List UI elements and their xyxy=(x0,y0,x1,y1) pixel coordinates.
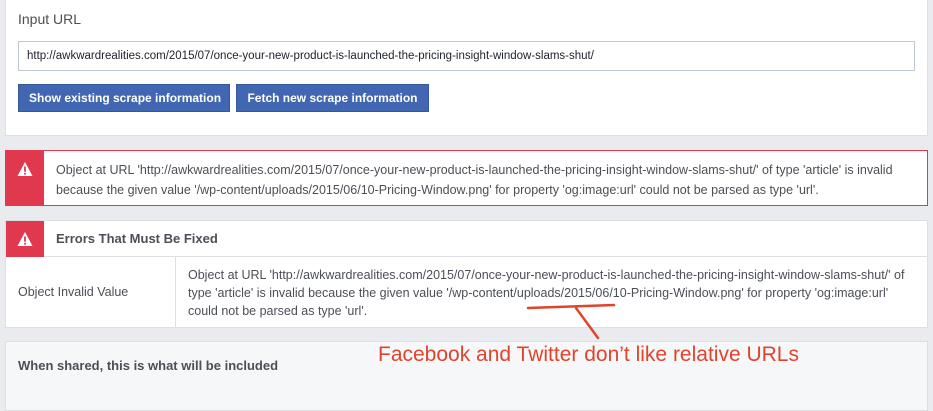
show-existing-scrape-button[interactable]: Show existing scrape information xyxy=(18,84,230,112)
error-value-cell: Object at URL 'http://awkwardrealities.c… xyxy=(188,268,905,318)
error-banner-strip xyxy=(6,151,44,205)
warning-icon xyxy=(17,162,33,176)
error-banner: Object at URL 'http://awkwardrealities.c… xyxy=(5,150,928,206)
warning-icon xyxy=(17,232,33,246)
fetch-new-scrape-button[interactable]: Fetch new scrape information xyxy=(236,84,429,112)
error-key-cell: Object Invalid Value xyxy=(6,257,176,328)
input-url-panel: Input URL Show existing scrape informati… xyxy=(5,0,928,136)
error-banner-message: Object at URL 'http://awkwardrealities.c… xyxy=(56,163,893,197)
errors-title: Errors That Must Be Fixed xyxy=(56,231,218,246)
errors-header: Errors That Must Be Fixed xyxy=(6,221,927,257)
error-row: Object Invalid Value Object at URL 'http… xyxy=(6,257,927,328)
shared-preview-title: When shared, this is what will be includ… xyxy=(18,358,279,373)
annotation-text: Facebook and Twitter don’t like relative… xyxy=(378,343,799,366)
url-input[interactable] xyxy=(18,41,915,71)
errors-must-be-fixed-panel: Errors That Must Be Fixed Object Invalid… xyxy=(5,220,928,328)
input-url-label: Input URL xyxy=(18,11,82,27)
errors-header-strip xyxy=(6,221,44,257)
error-key-label: Object Invalid Value xyxy=(18,285,129,299)
